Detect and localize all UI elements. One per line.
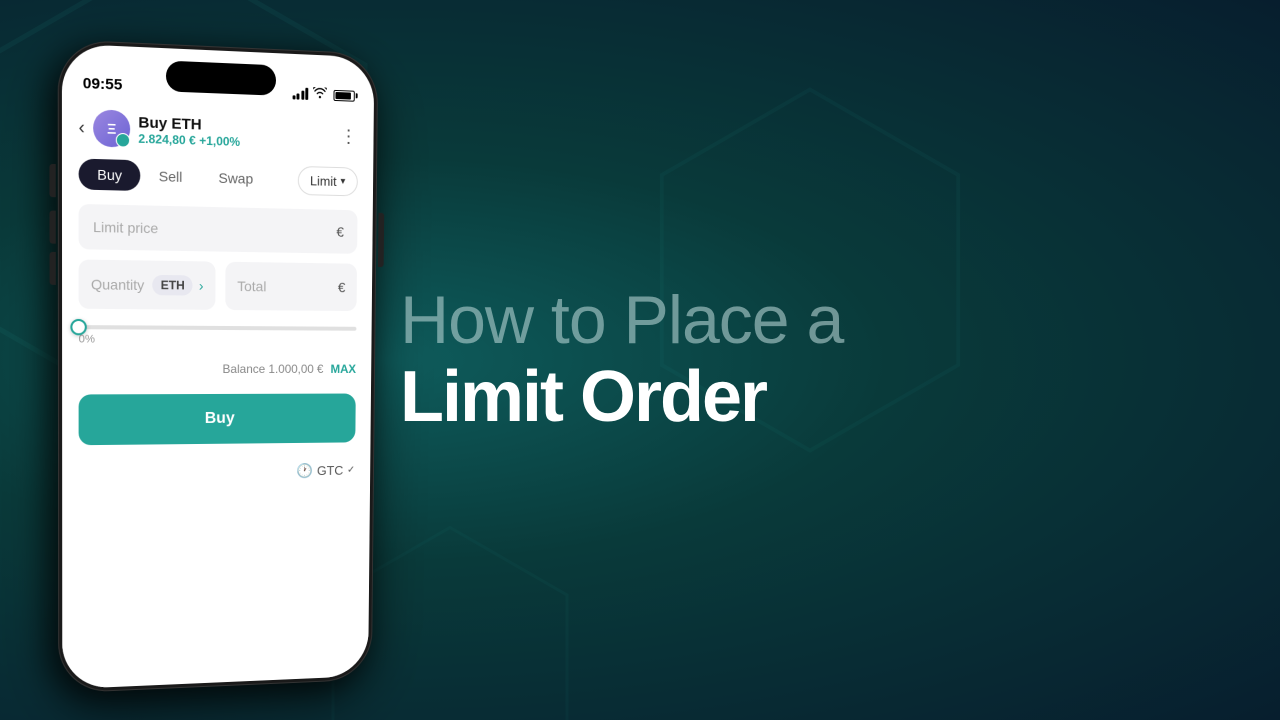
limit-label: Limit	[310, 173, 337, 189]
slider-thumb[interactable]	[70, 319, 87, 335]
coin-price-value: 2.824,80 €	[138, 131, 196, 147]
quantity-placeholder: Quantity	[91, 276, 147, 293]
headline-line1: How to Place a	[400, 283, 1220, 358]
balance-row: Balance 1.000,00 € MAX	[79, 362, 356, 376]
slider-pct-label: 0%	[79, 333, 95, 345]
quantity-field[interactable]: Quantity ETH ›	[79, 260, 216, 310]
gtc-label: GTC	[317, 463, 343, 478]
wifi-icon	[313, 87, 327, 102]
coin-avatar: Ξ	[93, 109, 130, 147]
order-form: Limit price € Quantity ETH › Total €	[79, 204, 358, 483]
percentage-slider[interactable]: 0%	[79, 325, 357, 346]
headline-line2: Limit Order	[400, 358, 1220, 437]
eth-badge: ETH	[153, 275, 193, 296]
limit-price-field[interactable]: Limit price €	[79, 204, 358, 254]
signal-icon	[292, 87, 308, 100]
limit-dropdown[interactable]: Limit ▾	[297, 165, 358, 196]
coin-change: +1,00%	[199, 133, 240, 149]
tab-sell[interactable]: Sell	[140, 160, 200, 192]
total-placeholder: Total	[237, 278, 332, 295]
slider-track	[79, 325, 357, 331]
quantity-total-row: Quantity ETH › Total €	[79, 260, 357, 312]
headline-section: How to Place a Limit Order	[320, 283, 1280, 437]
coin-info: Ξ Buy ETH 2.824,80 € +1,00%	[93, 109, 340, 154]
coin-price-row: 2.824,80 € +1,00%	[138, 131, 240, 149]
limit-price-currency: €	[336, 224, 344, 240]
balance-label: Balance	[222, 362, 265, 376]
status-time: 09:55	[83, 75, 123, 94]
gtc-row[interactable]: 🕐 GTC ✓	[79, 462, 355, 483]
more-button[interactable]: ⋮	[340, 126, 358, 148]
back-button[interactable]: ‹	[79, 117, 85, 139]
limit-price-placeholder: Limit price	[93, 219, 158, 237]
tab-buy[interactable]: Buy	[79, 158, 141, 191]
tab-swap[interactable]: Swap	[200, 162, 271, 194]
coin-text-info: Buy ETH 2.824,80 € +1,00%	[138, 113, 240, 148]
chevron-down-gtc: ✓	[347, 465, 355, 476]
slider-labels: 0%	[79, 333, 357, 346]
chevron-down-icon: ▾	[340, 176, 345, 187]
clock-icon: 🕐	[296, 462, 313, 479]
status-icons	[292, 86, 355, 103]
battery-icon	[333, 89, 354, 101]
arrow-icon: ›	[199, 277, 204, 293]
dynamic-island	[166, 61, 276, 96]
buy-button[interactable]: Buy	[79, 394, 356, 446]
balance-value: 1.000,00 €	[268, 362, 323, 376]
app-header: ‹ Ξ Buy ETH 2.824,80 € +1,00% ⋮	[79, 98, 359, 166]
